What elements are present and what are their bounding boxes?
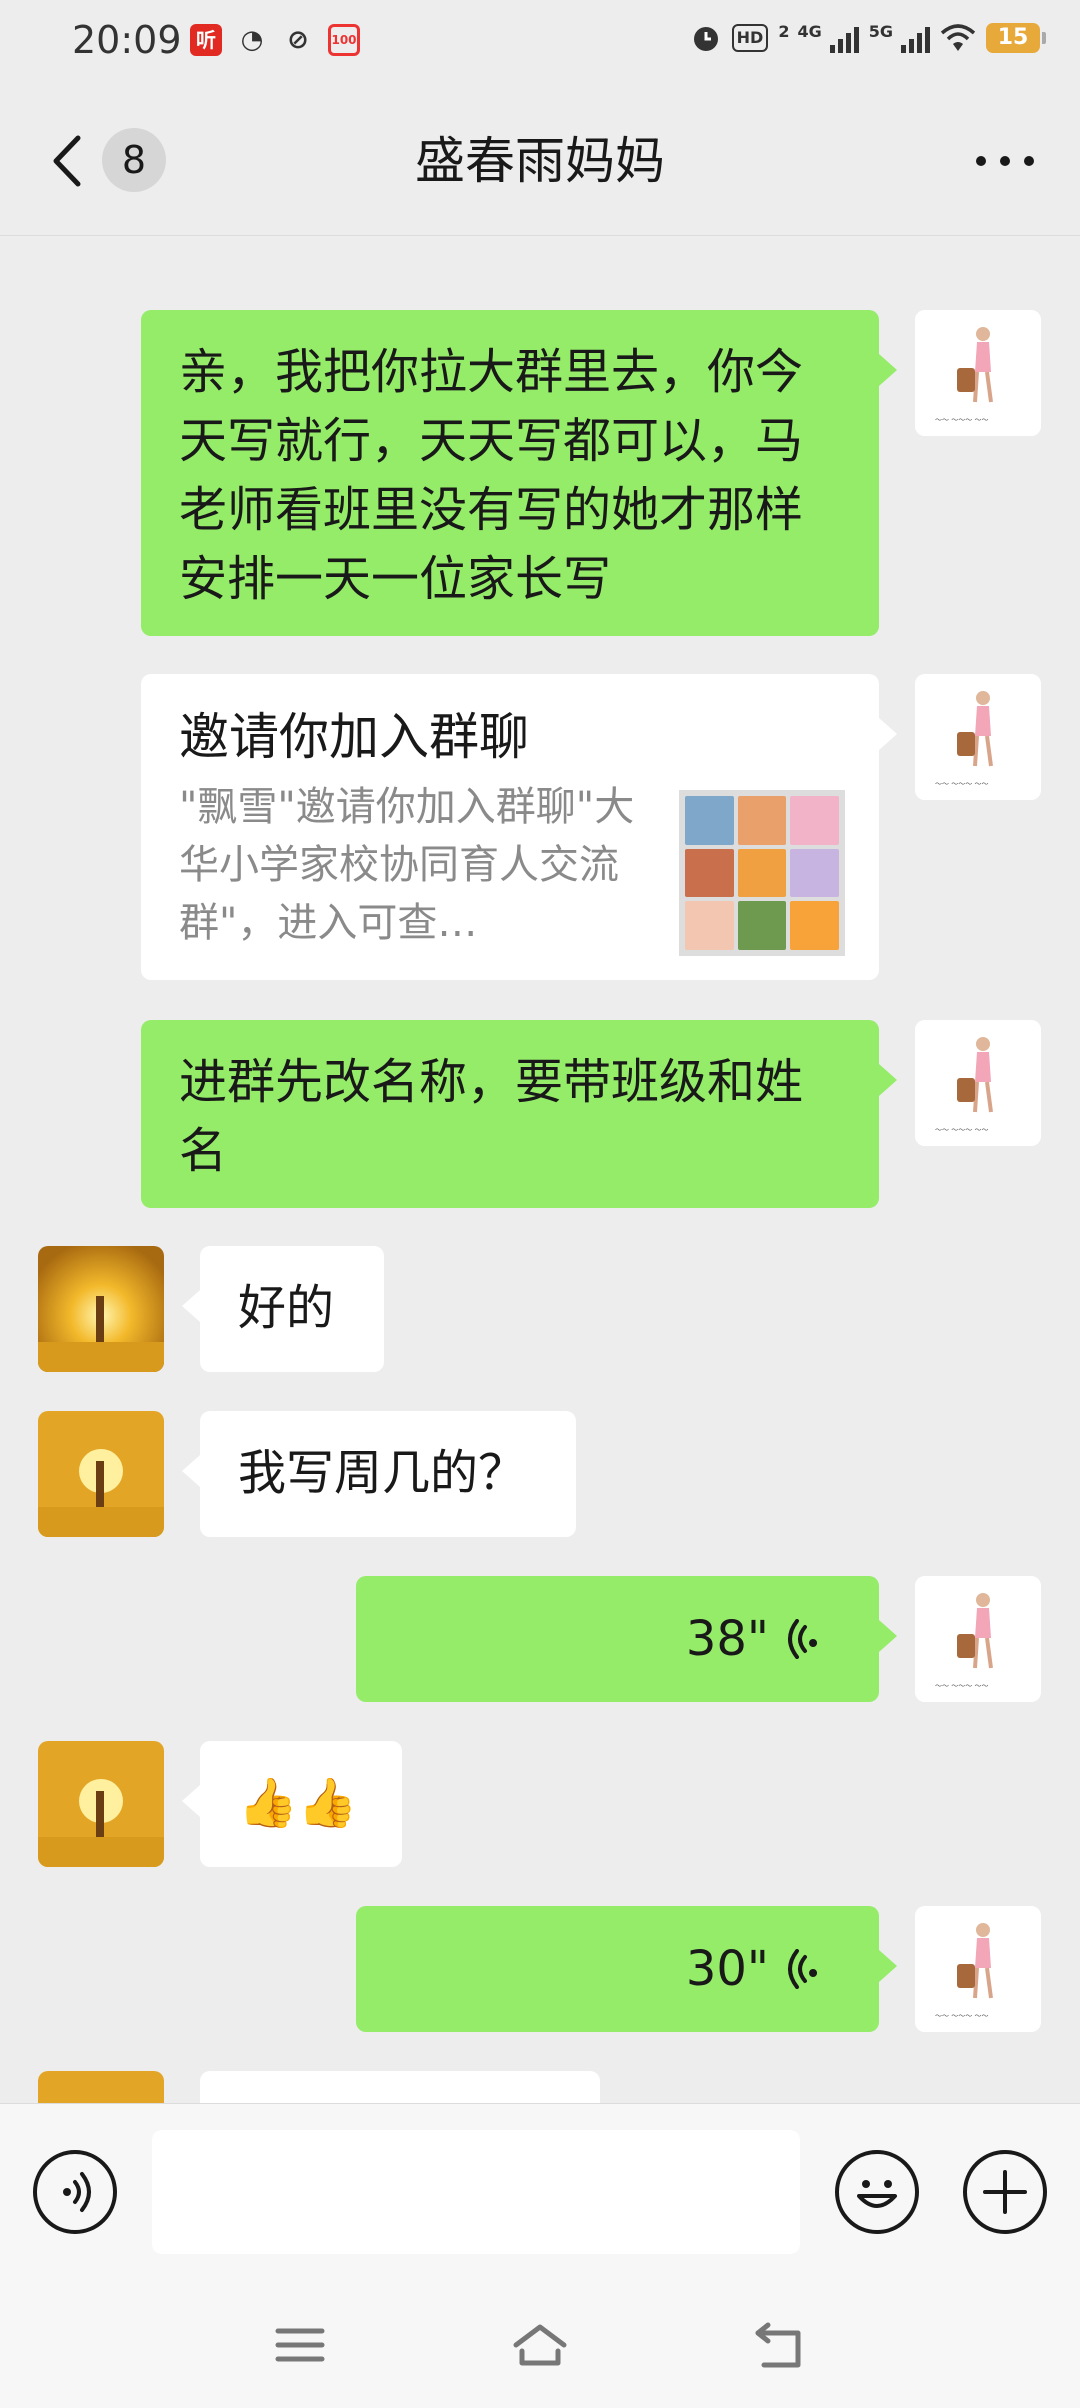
menu-icon: [275, 2328, 325, 2362]
message-row-partial: [0, 2071, 1080, 2103]
message-row: 我写周几的？: [0, 1411, 1080, 1537]
message-bubble[interactable]: 亲，我把你拉大群里去，你今天写就行，天天写都可以，马老师看班里没有写的她才那样安…: [141, 310, 897, 636]
hd-sub-label: 2: [778, 22, 790, 41]
calendar-icon: 100: [328, 24, 360, 56]
message-list[interactable]: 亲，我把你拉大群里去，你今天写就行，天天写都可以，马老师看班里没有写的她才那样安…: [0, 237, 1080, 2103]
card-title: 邀请你加入群聊: [179, 708, 529, 766]
group-invite-card[interactable]: 邀请你加入群聊 "飘雪"邀请你加入群聊"大华小学家校协同育人交流群"，进入可查…: [141, 674, 897, 980]
svg-text:～～ ～～～ ～～: ～～ ～～～ ～～: [935, 780, 988, 788]
plus-icon: [983, 2170, 1027, 2214]
thumbs-up-emoji: 👍👍: [238, 1775, 358, 1831]
message-row: 👍👍: [0, 1741, 1080, 1867]
message-row: 邀请你加入群聊 "飘雪"邀请你加入群聊"大华小学家校协同育人交流群"，进入可查……: [0, 674, 1080, 980]
dot-icon: [1024, 156, 1034, 166]
message-text: 进群先改名称，要带班级和姓名: [179, 1054, 804, 1179]
voice-wave-icon: [788, 1949, 818, 1989]
more-functions-button[interactable]: [963, 2150, 1047, 2234]
status-time: 20:09: [72, 18, 182, 62]
message-bubble[interactable]: 我写周几的？: [182, 1411, 576, 1537]
voice-icon: [63, 2172, 91, 2212]
message-bubble[interactable]: 好的: [182, 1246, 384, 1372]
hd-badge: HD: [731, 24, 769, 52]
message-row: 好的: [0, 1246, 1080, 1372]
more-options-button[interactable]: [970, 146, 1040, 176]
message-row: 38" ～～ ～～～ ～～: [0, 1576, 1080, 1702]
voice-wave-icon: [788, 1619, 818, 1659]
voice-input-button[interactable]: [33, 2150, 117, 2234]
signal-1-icon: [829, 23, 859, 53]
chat-title: 盛春雨妈妈: [415, 132, 665, 190]
message-input[interactable]: [152, 2130, 800, 2254]
ting-app-icon: 听: [190, 24, 222, 56]
my-avatar[interactable]: ～～ ～～～ ～～: [915, 1020, 1041, 1146]
autumn-tree-avatar-image: [38, 2071, 164, 2103]
message-row: 进群先改名称，要带班级和姓名 ～～ ～～～ ～～: [0, 1020, 1080, 1208]
recent-apps-button[interactable]: [270, 2315, 330, 2375]
dot-icon: [1000, 156, 1010, 166]
home-icon: [513, 2324, 567, 2366]
autumn-tree-avatar-image: [38, 1246, 164, 1372]
battery-icon: 15: [986, 23, 1046, 53]
message-bubble[interactable]: [200, 2071, 600, 2103]
voice-duration: 38": [685, 1610, 769, 1667]
svg-text:～～ ～～～ ～～: ～～ ～～～ ～～: [935, 1126, 988, 1134]
avatar-image: ～～ ～～～ ～～: [915, 1020, 1041, 1146]
autumn-tree-avatar-image: [38, 1411, 164, 1537]
message-row: 亲，我把你拉大群里去，你今天写就行，天天写都可以，马老师看班里没有写的她才那样安…: [0, 310, 1080, 636]
chat-header: 8 盛春雨妈妈: [0, 86, 1080, 236]
link-icon: ⊘: [287, 25, 309, 55]
system-navigation-bar: [0, 2279, 1080, 2408]
home-button[interactable]: [510, 2315, 570, 2375]
my-avatar[interactable]: ～～ ～～～ ～～: [915, 1906, 1041, 2032]
status-app-icons: 听 ◔ ⊘ 100: [190, 24, 360, 56]
alarm-icon: [693, 27, 718, 51]
message-bubble[interactable]: 👍👍: [182, 1741, 402, 1867]
group-thumbnail: [679, 790, 845, 956]
svg-text:～～ ～～～ ～～: ～～ ～～～ ～～: [935, 416, 988, 424]
message-row: 30" ～～ ～～～ ～～: [0, 1906, 1080, 2032]
my-avatar[interactable]: ～～ ～～～ ～～: [915, 674, 1041, 800]
signal-2-icon: [901, 23, 930, 53]
voice-message-bubble[interactable]: 38": [356, 1576, 897, 1702]
contact-avatar[interactable]: [38, 1741, 164, 1867]
avatar-image: ～～ ～～～ ～～: [915, 310, 1041, 436]
status-bar: 20:09 听 ◔ ⊘ 100 HD 2 4G 5G 15: [0, 0, 1080, 86]
message-text: 好的: [238, 1280, 335, 1336]
signal-1-label: 4G: [797, 22, 822, 41]
emoji-button[interactable]: [835, 2150, 919, 2234]
input-bar: [0, 2103, 1080, 2279]
dot-icon: [976, 156, 986, 166]
system-back-button[interactable]: [750, 2315, 810, 2375]
status-indicators: HD 2 4G 5G 15: [690, 22, 1046, 54]
svg-text:～～ ～～～ ～～: ～～ ～～～ ～～: [935, 2012, 988, 2020]
message-text: 我写周几的？: [238, 1445, 527, 1501]
voice-message-bubble[interactable]: 30": [356, 1906, 897, 2032]
signal-2-label: 5G: [868, 22, 893, 41]
message-text: 亲，我把你拉大群里去，你今天写就行，天天写都可以，马老师看班里没有写的她才那样安…: [179, 344, 804, 607]
message-bubble[interactable]: 进群先改名称，要带班级和姓名: [141, 1020, 897, 1208]
wifi-icon: [940, 24, 976, 51]
voice-duration: 30": [685, 1940, 769, 1997]
autumn-tree-avatar-image: [38, 1741, 164, 1867]
my-avatar[interactable]: ～～ ～～～ ～～: [915, 1576, 1041, 1702]
smiley-icon: [857, 2180, 897, 2208]
contact-avatar[interactable]: [38, 2071, 164, 2103]
contact-avatar[interactable]: [38, 1411, 164, 1537]
back-arrow-icon: [755, 2322, 801, 2368]
svg-text:～～ ～～～ ～～: ～～ ～～～ ～～: [935, 1682, 988, 1690]
wechat-icon: ◔: [240, 25, 264, 55]
my-avatar[interactable]: ～～ ～～～ ～～: [915, 310, 1041, 436]
card-description: "飘雪"邀请你加入群聊"大华小学家校协同育人交流群"，进入可查…: [179, 784, 635, 946]
contact-avatar[interactable]: [38, 1246, 164, 1372]
avatar-image: ～～ ～～～ ～～: [915, 674, 1041, 800]
avatar-image: ～～ ～～～ ～～: [915, 1906, 1041, 2032]
avatar-image: ～～ ～～～ ～～: [915, 1576, 1041, 1702]
